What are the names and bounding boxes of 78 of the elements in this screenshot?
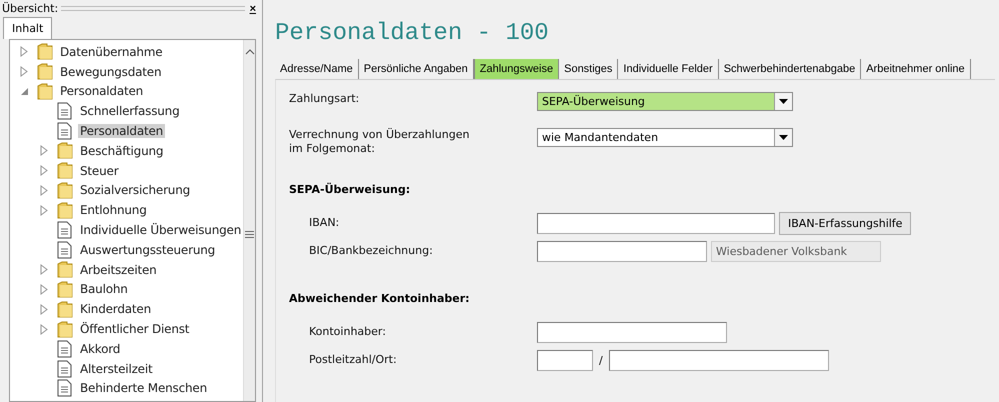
folder-icon [37,82,53,100]
collapse-icon[interactable] [20,86,29,97]
scroll-grip-icon[interactable] [245,231,254,238]
tab[interactable]: Sonstiges [559,59,618,79]
field-label: Postleitzahl/Ort: [308,353,398,367]
field-label: IBAN: [308,216,340,230]
expand-icon[interactable] [20,66,29,78]
document-icon [57,340,72,358]
folder-icon [37,63,53,80]
tree-item[interactable]: Akkord [78,342,122,356]
separator: / [598,354,604,366]
expand-icon[interactable] [40,204,49,216]
tree-item[interactable]: Baulohn [78,282,130,296]
folder-icon [57,300,73,318]
folder-icon [37,43,53,60]
tree-item[interactable]: Personaldaten [78,124,166,138]
expand-icon[interactable] [40,184,49,196]
expand-icon[interactable] [40,324,49,335]
tree-item[interactable]: Bewegungsdaten [58,64,164,79]
document-icon [57,240,72,259]
tree-item[interactable]: Entlohnung [78,203,149,218]
field-label: Verrechnung von Überzahlungen im Folgemonat: [289,128,470,156]
tree-item[interactable]: Auswertungssteuerung [78,242,218,257]
expand-icon[interactable] [40,145,49,156]
document-icon [57,379,72,398]
scroll-up-icon[interactable] [244,49,255,55]
section-heading: Abweichender Kontoinhaber: [289,292,470,305]
field-label: Kontoinhaber: [308,325,387,339]
input-field[interactable] [608,350,829,370]
expand-icon[interactable] [40,264,49,276]
tab[interactable]: Arbeitnehmer online [861,59,971,79]
folder-icon [57,202,73,219]
tab[interactable]: Individuelle Felder [618,59,719,79]
tab[interactable]: Schwerbehindertenabgabe [718,59,862,79]
tree-item[interactable]: Behinderte Menschen [78,381,209,396]
expand-icon[interactable] [20,46,29,58]
expand-icon[interactable] [40,284,49,295]
folder-icon [57,261,73,278]
expand-icon[interactable] [40,165,49,176]
input-field[interactable] [537,322,727,342]
tree-item[interactable]: Individuelle Überweisungen [78,223,244,238]
bank-name-field: Wiesbadener Volksbank [711,240,881,262]
tree-item[interactable]: Datenübernahme [58,44,164,59]
tree-item[interactable]: Kinderdaten [78,302,153,316]
tree-item[interactable]: Sozialversicherung [78,183,192,198]
tree-item[interactable]: Altersteilzeit [78,362,154,376]
input-field[interactable] [537,240,707,262]
folder-icon [57,142,73,160]
section-heading: SEPA-Überweisung: [289,183,410,196]
dropdown[interactable]: wie Mandantendaten [537,128,793,147]
panel-tab[interactable]: Inhalt [3,17,52,39]
panel-title: Übersicht: [2,2,58,15]
scrollbar[interactable] [243,40,255,401]
tree-item[interactable]: Steuer [78,164,120,178]
document-icon [57,360,72,378]
input-field[interactable] [537,212,775,234]
document-icon [57,122,72,140]
field-label: BIC/Bankbezeichnung: [308,244,434,258]
assist-button[interactable]: IBAN-Erfassungshilfe [779,212,912,234]
tab[interactable]: Zahlungsweise [474,59,560,79]
dropdown[interactable]: SEPA-Überweisung [537,92,793,111]
tree-item[interactable]: Schnellerfassung [78,104,182,118]
tree-item[interactable]: Personaldaten [58,84,146,98]
input-field[interactable] [537,350,593,370]
page-title: Personaldaten - 100 [275,20,550,47]
folder-icon [57,182,73,199]
tree-item[interactable]: Arbeitszeiten [78,262,159,277]
document-icon [57,102,72,120]
tree-item[interactable]: Beschäftigung [78,144,166,158]
close-button[interactable]: × [248,2,258,14]
tab[interactable]: Adresse/Name [275,59,359,79]
field-label: Zahlungsart: [289,92,360,106]
document-icon [57,221,72,240]
tree-item[interactable]: Öffentlicher Dienst [78,322,192,336]
folder-icon [57,162,73,180]
expand-icon[interactable] [40,304,49,315]
folder-icon [57,280,73,298]
folder-icon [57,320,73,338]
